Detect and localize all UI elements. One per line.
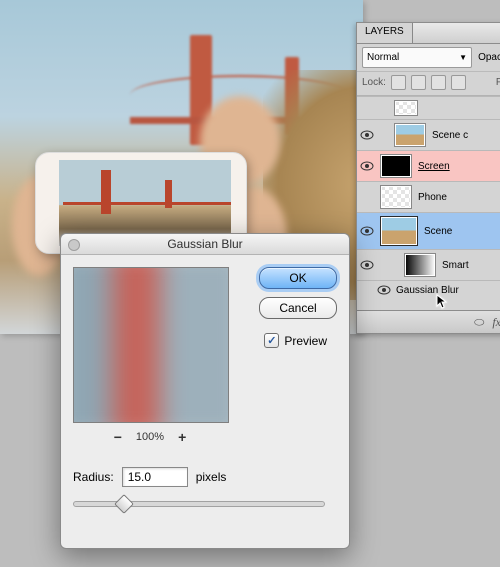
layer-name: Screen	[418, 161, 450, 172]
layers-panel-footer: ⬭ fx	[357, 310, 500, 333]
visibility-icon[interactable]	[360, 128, 374, 142]
cursor-pointer-icon	[436, 294, 452, 310]
preview-checkbox[interactable]: ✓ Preview	[264, 333, 327, 348]
zoom-out-button[interactable]: −	[114, 429, 122, 445]
cancel-button[interactable]: Cancel	[259, 297, 337, 319]
filter-entry-gaussian-blur[interactable]: Gaussian Blur	[357, 281, 500, 301]
lock-label: Lock:	[362, 77, 386, 88]
zoom-value: 100%	[136, 431, 164, 443]
preview-label: Preview	[284, 334, 327, 348]
lock-move-icon[interactable]	[431, 75, 446, 90]
layers-tab[interactable]: LAYERS	[357, 23, 413, 43]
radius-units: pixels	[196, 470, 227, 484]
blend-mode-value: Normal	[367, 52, 399, 63]
radius-input[interactable]	[122, 467, 188, 487]
link-icon[interactable]: ⬭	[474, 315, 484, 330]
layer-screen[interactable]: Screen	[357, 151, 500, 182]
layer-name: Scene c	[432, 130, 468, 141]
layer-name: Scene	[424, 226, 452, 237]
check-icon: ✓	[264, 333, 279, 348]
radius-label: Radius:	[73, 470, 114, 484]
layer-scene-copy[interactable]: Scene c	[357, 120, 500, 151]
layer-scene[interactable]: Scene	[357, 213, 500, 250]
layer-name: Smart	[442, 260, 469, 271]
lock-all-icon[interactable]	[451, 75, 466, 90]
lock-transparency-icon[interactable]	[391, 75, 406, 90]
layer-phone[interactable]: Phone	[357, 182, 500, 213]
fx-icon[interactable]: fx	[492, 315, 500, 330]
dialog-title: Gaussian Blur	[167, 237, 242, 251]
close-icon[interactable]	[68, 239, 80, 251]
gaussian-blur-dialog[interactable]: Gaussian Blur − 100% + OK Cancel ✓ Previ…	[60, 233, 350, 549]
dialog-titlebar[interactable]: Gaussian Blur	[61, 234, 349, 255]
fill-label: F	[496, 77, 500, 88]
slider-knob[interactable]	[114, 494, 134, 514]
layer-name: Phone	[418, 192, 447, 203]
preview-thumbnail[interactable]	[73, 267, 229, 423]
layer-separator	[357, 96, 500, 120]
lock-paint-icon[interactable]	[411, 75, 426, 90]
visibility-icon[interactable]	[360, 159, 374, 173]
zoom-in-button[interactable]: +	[178, 429, 186, 445]
visibility-icon[interactable]	[360, 258, 374, 272]
visibility-icon[interactable]	[360, 224, 374, 238]
layers-panel[interactable]: LAYERS Normal ▼ Opac Lock: F Scene c Scr…	[356, 22, 500, 334]
opacity-label: Opac	[478, 52, 500, 63]
blend-mode-select[interactable]: Normal ▼	[362, 47, 472, 68]
ok-button[interactable]: OK	[259, 267, 337, 289]
visibility-icon[interactable]	[377, 283, 391, 297]
radius-slider[interactable]	[73, 493, 325, 511]
chevron-down-icon: ▼	[459, 53, 467, 62]
layer-smart-filters[interactable]: Smart	[357, 250, 500, 281]
